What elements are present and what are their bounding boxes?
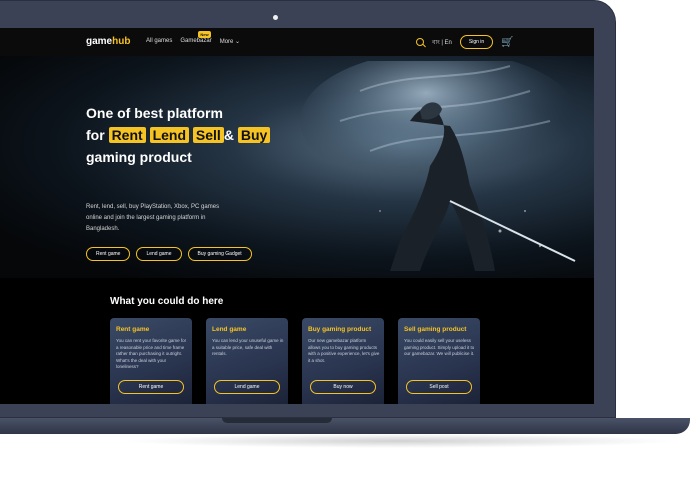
laptop-screen: gamehub All games Gamebazar New More ⌄ ব…: [0, 28, 594, 404]
card-buy-gaming-product: Buy gaming product Our new gamebazar pla…: [302, 318, 384, 404]
hero-title-line3: gaming product: [86, 149, 192, 165]
card-text: Our new gamebazar platform allows you to…: [308, 338, 380, 363]
laptop-base: [0, 418, 690, 434]
tag-sell: Sell: [192, 127, 224, 143]
language-switch[interactable]: বাং | En: [432, 37, 452, 48]
card-lend-button[interactable]: Lend game: [214, 380, 280, 394]
card-buy-button[interactable]: Buy now: [310, 380, 376, 394]
tag-buy: Buy: [237, 127, 271, 143]
services-section: What you could do here Rent game You can…: [0, 278, 594, 404]
logo-hub: hub: [112, 36, 131, 47]
card-title: Rent game: [116, 326, 150, 333]
laptop-shadow: [120, 434, 680, 448]
hero-description: Rent, lend, sell, buy PlayStation, Xbox,…: [86, 204, 220, 232]
rent-game-button[interactable]: Rent game: [86, 247, 131, 261]
signin-button[interactable]: Sign in: [459, 35, 494, 49]
nav-all-games[interactable]: All games: [146, 38, 172, 45]
card-sell-gaming-product: Sell gaming product You could easily sel…: [398, 318, 480, 404]
hero-title: One of best platform for Rent Lend Sell &…: [86, 102, 271, 168]
search-icon[interactable]: [416, 38, 424, 46]
tag-lend: Lend: [149, 127, 190, 143]
card-text: You could easily sell your useless gamin…: [404, 338, 475, 356]
logo[interactable]: gamehub: [86, 36, 130, 47]
nav-gamebazar[interactable]: Gamebazar New: [180, 31, 212, 45]
nav-links: All games Gamebazar New More ⌄: [146, 31, 240, 45]
tag-rent: Rent: [108, 127, 146, 143]
hero-title-line2: for Rent Lend Sell & Buy: [86, 124, 271, 146]
logo-game: game: [86, 36, 113, 47]
top-nav: gamehub All games Gamebazar New More ⌄ ব…: [0, 28, 594, 56]
card-title: Lend game: [212, 326, 247, 333]
card-text: You can lend your unuseful game in a sui…: [212, 338, 284, 356]
hero-title-for: for: [86, 127, 105, 143]
laptop-notch: [222, 418, 332, 423]
nav-right: বাং | En Sign in 🛒: [416, 35, 514, 49]
nav-gamebazar-label: Gamebazar: [180, 38, 212, 44]
card-rent-game: Rent game You can rent your favorite gam…: [110, 318, 192, 404]
hero-section: One of best platform for Rent Lend Sell &…: [0, 56, 594, 278]
services-title: What you could do here: [110, 296, 224, 307]
hero-buttons: Rent game Lend game Buy gaming Gadget: [86, 247, 252, 261]
cart-icon[interactable]: 🛒: [501, 37, 513, 48]
camera-dot: [273, 15, 278, 20]
card-sell-button[interactable]: Sell post: [406, 380, 472, 394]
knight-artwork: [300, 61, 580, 271]
card-title: Buy gaming product: [308, 326, 372, 333]
card-text: You can rent your favorite game for a re…: [116, 338, 187, 369]
lend-game-button[interactable]: Lend game: [136, 247, 182, 261]
nav-more[interactable]: More ⌄: [220, 38, 240, 45]
card-rent-button[interactable]: Rent game: [118, 380, 184, 394]
service-cards: Rent game You can rent your favorite gam…: [110, 318, 480, 404]
hero-title-amp: &: [223, 127, 234, 143]
card-title: Sell gaming product: [404, 326, 467, 333]
buy-gadget-button[interactable]: Buy gaming Gadget: [187, 247, 252, 261]
hero-title-line1: One of best platform: [86, 105, 223, 121]
card-lend-game: Lend game You can lend your unuseful gam…: [206, 318, 288, 404]
new-badge: New: [198, 31, 211, 38]
